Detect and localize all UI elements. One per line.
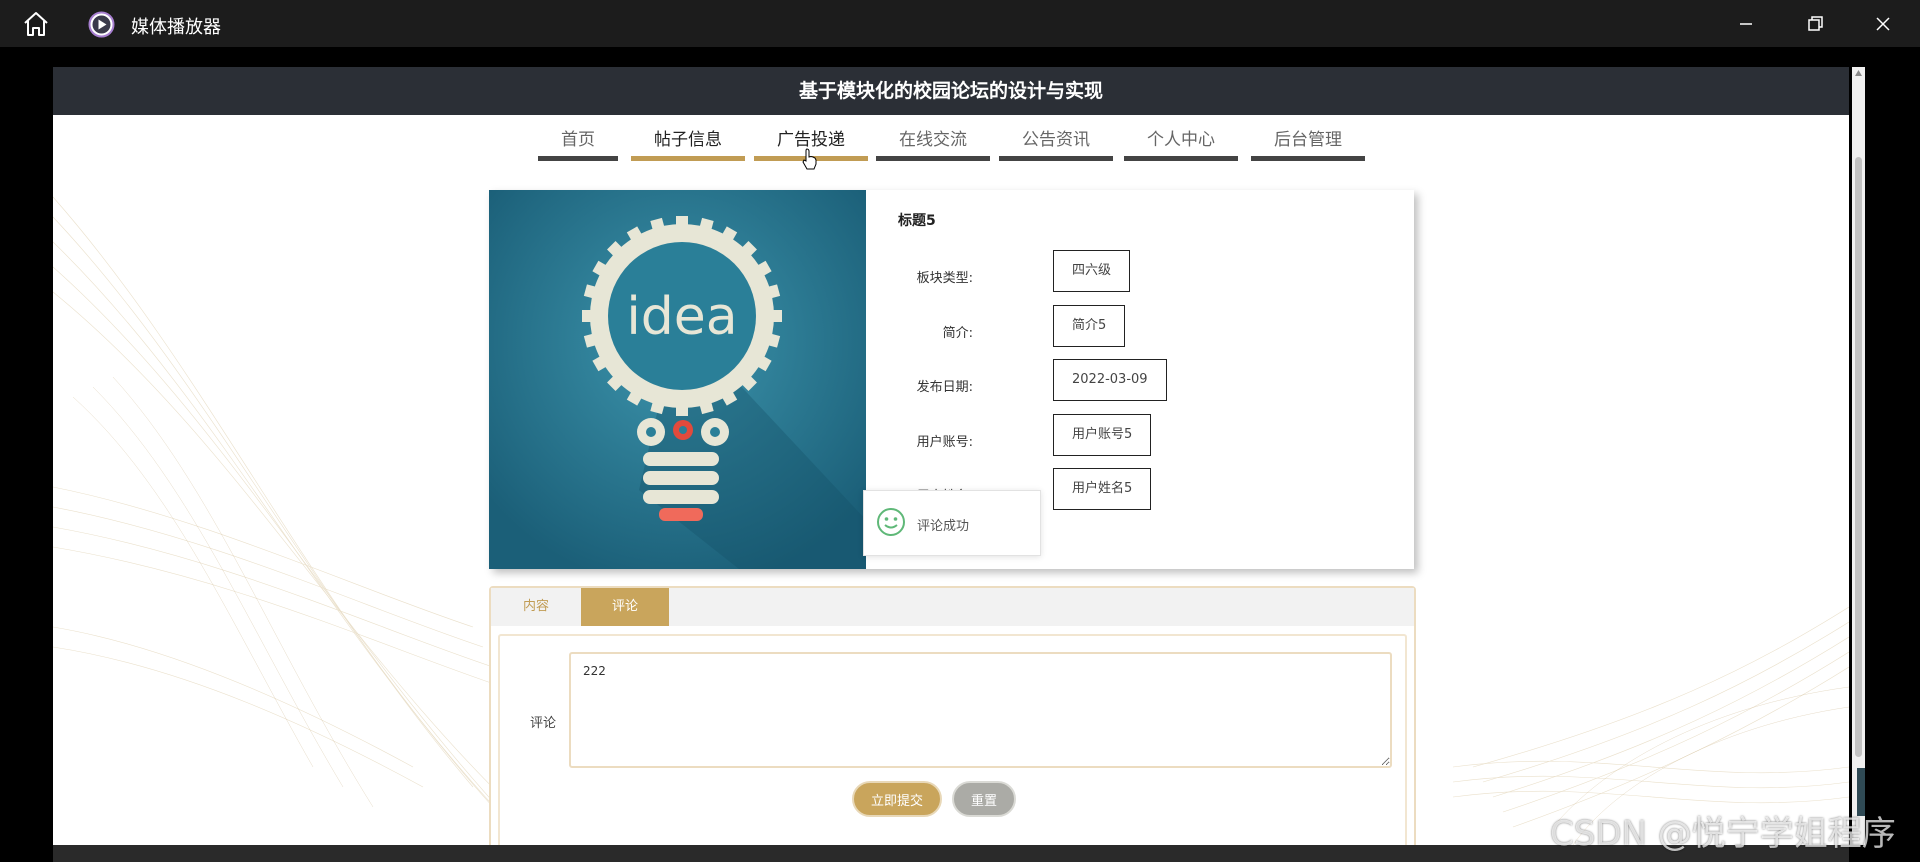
nav-item-admin[interactable]: 后台管理 <box>1251 127 1365 161</box>
site-title: 基于模块化的校园论坛的设计与实现 <box>53 67 1849 115</box>
home-icon[interactable] <box>22 11 50 37</box>
field-value-intro: 简介5 <box>1053 305 1126 347</box>
web-viewport: 基于模块化的校园论坛的设计与实现 首页 帖子信息 广告投递 在线交流 公告资讯 … <box>53 67 1849 845</box>
field-label-account: 用户账号: <box>916 435 973 450</box>
minimize-icon[interactable] <box>1732 10 1760 38</box>
player-title: 媒体播放器 <box>131 17 221 38</box>
field-label-category: 板块类型: <box>916 271 973 286</box>
post-title: 标题5 <box>898 213 936 229</box>
comment-input[interactable]: 222 <box>569 652 1392 768</box>
hand-cursor-icon <box>802 148 817 170</box>
reset-button[interactable]: 重置 <box>952 781 1016 817</box>
maximize-icon[interactable] <box>1801 10 1829 38</box>
scrollbar-thumb[interactable] <box>1855 157 1862 757</box>
media-player-icon <box>88 11 115 38</box>
tab-comment[interactable]: 评论 <box>581 588 669 626</box>
toast-message: 评论成功 <box>917 519 970 534</box>
post-cover-image: idea <box>489 190 866 569</box>
nav-item-announcements[interactable]: 公告资讯 <box>999 127 1113 161</box>
main-nav: 首页 帖子信息 广告投递 在线交流 公告资讯 个人中心 后台管理 <box>53 115 1849 175</box>
idea-text: idea <box>626 287 737 347</box>
tab-strip: 内容 评论 <box>491 588 1414 626</box>
field-label-date: 发布日期: <box>916 380 973 395</box>
scroll-up-arrow-icon[interactable] <box>1854 69 1863 77</box>
field-value-account: 用户账号5 <box>1053 414 1152 456</box>
success-toast: 评论成功 <box>863 490 1041 556</box>
comment-label: 评论 <box>530 716 557 731</box>
smiley-icon <box>877 508 905 536</box>
close-icon[interactable] <box>1869 10 1897 38</box>
nav-item-home[interactable]: 首页 <box>538 127 618 161</box>
comment-form: 评论 222 立即提交 重置 <box>498 634 1407 845</box>
content-tab-panel: 内容 评论 评论 222 立即提交 重置 <box>489 586 1416 845</box>
tab-content[interactable]: 内容 <box>491 588 581 626</box>
field-value-username: 用户姓名5 <box>1053 468 1152 510</box>
field-value-category: 四六级 <box>1053 250 1131 292</box>
nav-item-profile[interactable]: 个人中心 <box>1124 127 1238 161</box>
nav-item-chat[interactable]: 在线交流 <box>876 127 990 161</box>
field-label-intro: 简介: <box>942 326 973 341</box>
player-title-bar: 媒体播放器 <box>0 0 1920 47</box>
idea-bulb-icon: idea <box>489 190 866 569</box>
watermark-text: CSDN @悦宁学姐程序 <box>1550 814 1896 854</box>
field-value-date: 2022-03-09 <box>1053 359 1167 401</box>
submit-button[interactable]: 立即提交 <box>852 781 942 817</box>
nav-item-posts[interactable]: 帖子信息 <box>631 127 745 161</box>
page-scrollbar[interactable] <box>1852 67 1865 845</box>
